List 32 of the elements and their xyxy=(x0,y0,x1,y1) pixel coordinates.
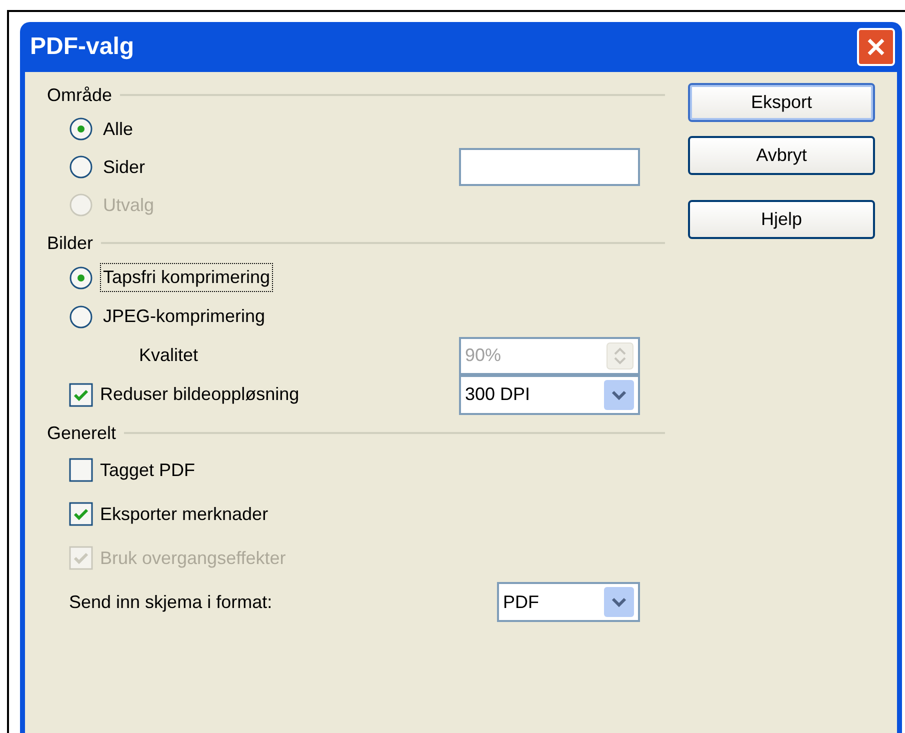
radio-label: JPEG-komprimering xyxy=(102,305,266,328)
dialog-button[interactable]: Eksport xyxy=(688,83,875,122)
radio-label: Sider xyxy=(102,156,146,178)
chevron-down-icon[interactable] xyxy=(604,380,634,410)
page-range-field[interactable] xyxy=(459,148,640,186)
radio-label: Alle xyxy=(102,118,134,140)
checkbox[interactable] xyxy=(69,382,93,406)
field-label: Kvalitet xyxy=(138,344,198,367)
radio-button[interactable] xyxy=(69,266,93,290)
chevron-down-icon[interactable] xyxy=(604,587,634,617)
checkbox-label: Bruk overgangseffekter xyxy=(100,546,286,570)
radio-label: Utvalg xyxy=(102,194,156,217)
checkbox[interactable] xyxy=(69,502,93,526)
close-icon xyxy=(866,37,886,57)
field-label: Send inn skjema i format: xyxy=(69,590,272,614)
radio-label: Tapsfri komprimering xyxy=(100,263,274,292)
radio-button[interactable] xyxy=(69,155,93,179)
dialog-button[interactable]: Avbryt xyxy=(688,136,875,175)
section-heading: Område xyxy=(47,84,112,106)
checkbox-label: Reduser bildeoppløsning xyxy=(100,383,300,406)
window-title: PDF-valg xyxy=(30,32,134,62)
section-heading: Bilder xyxy=(47,232,94,254)
radio-button[interactable] xyxy=(69,117,93,141)
dialog-button[interactable]: Hjelp xyxy=(688,200,875,239)
radio-button[interactable] xyxy=(69,304,93,328)
checkbox-label: Eksporter merknader xyxy=(100,502,268,526)
dropdown[interactable]: 300 DPI xyxy=(459,374,640,414)
checkbox-label: Tagget PDF xyxy=(100,458,196,482)
dropdown[interactable]: PDF xyxy=(497,582,640,622)
close-button[interactable] xyxy=(857,28,895,66)
checkbox[interactable] xyxy=(69,458,93,482)
section-heading: Generelt xyxy=(47,422,116,444)
